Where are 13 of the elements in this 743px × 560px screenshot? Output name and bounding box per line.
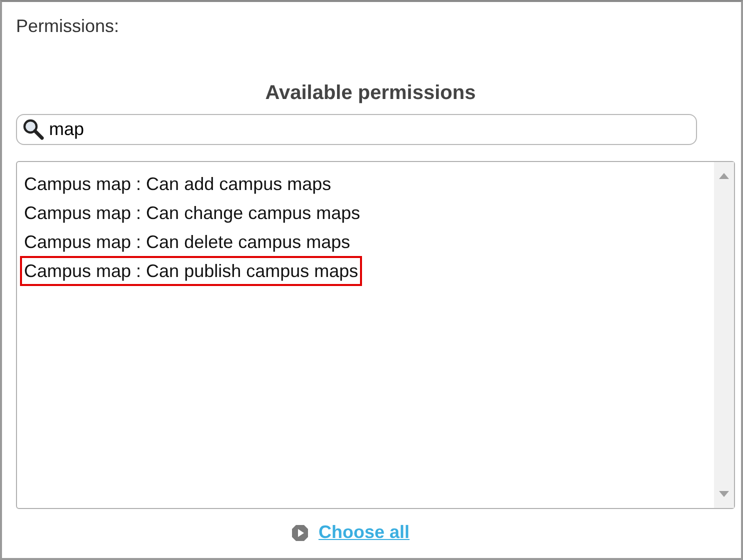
permission-option[interactable]: Campus map : Can delete campus maps [20,227,354,257]
permission-option[interactable]: Campus map : Can publish campus maps [20,256,362,286]
permission-option[interactable]: Campus map : Can change campus maps [20,198,364,228]
section-heading: Available permissions [264,81,477,106]
scroll-up-icon[interactable] [719,173,729,179]
permission-option[interactable]: Campus map : Can add campus maps [20,169,336,199]
scroll-down-icon[interactable] [719,491,729,497]
permission-list[interactable]: Campus map : Can add campus maps Campus map : Can change campus maps Campus map : Can delete campus maps Campus map : Can publish campus maps [16,161,735,509]
scrollbar[interactable] [714,162,734,508]
search-field[interactable]: map [16,114,697,145]
search-icon [22,118,44,140]
play-icon [291,524,310,542]
field-label: Permissions: [16,15,120,38]
